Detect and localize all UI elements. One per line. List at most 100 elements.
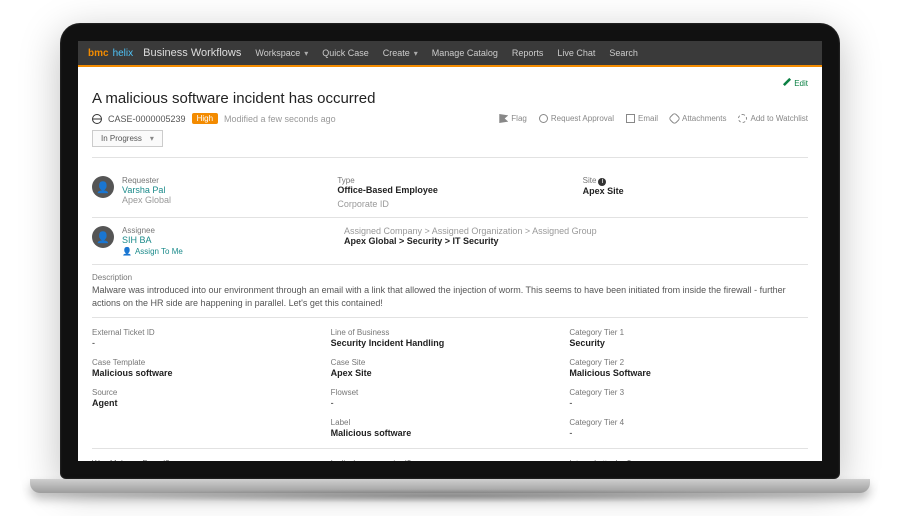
f-label-label: Label xyxy=(331,418,570,427)
f-flowset-label: Flowset xyxy=(331,388,570,397)
brand: bmc helix Business Workflows xyxy=(88,47,241,59)
nav-create[interactable]: Create xyxy=(383,48,418,58)
f-cat2-value: Malicious Software xyxy=(569,368,808,378)
q1-label: Was Malware Found? xyxy=(92,459,331,461)
brand-product: Business Workflows xyxy=(143,47,241,59)
case-line-left: CASE-0000005239 High Modified a few seco… xyxy=(92,113,336,124)
f-lob-label: Line of Business xyxy=(331,328,570,337)
requester-org: Apex Global xyxy=(122,195,171,205)
field-col-2: Line of BusinessSecurity Incident Handli… xyxy=(331,328,570,438)
status-dropdown[interactable]: In Progress xyxy=(92,130,163,147)
avatar-requester: 👤 xyxy=(92,176,114,198)
action-attachments-label: Attachments xyxy=(682,114,726,123)
action-flag[interactable]: Flag xyxy=(499,114,527,123)
site-value: Apex Site xyxy=(583,186,808,196)
f-lob-value: Security Incident Handling xyxy=(331,338,570,348)
nav-workspace[interactable]: Workspace xyxy=(255,48,308,58)
app-screen: bmc helix Business Workflows Workspace Q… xyxy=(78,41,822,461)
action-request-approval[interactable]: Request Approval xyxy=(539,114,614,123)
action-email-label: Email xyxy=(638,114,658,123)
priority-badge: High xyxy=(192,113,218,124)
laptop-frame: bmc helix Business Workflows Workspace Q… xyxy=(60,23,840,493)
f-cat3-label: Category Tier 3 xyxy=(569,388,808,397)
status-value: In Progress xyxy=(101,134,142,143)
type-block: Type Office-Based Employee Corporate ID xyxy=(337,176,562,209)
assignee-name[interactable]: SIH BA xyxy=(122,235,183,245)
assigned-path-block: Assigned Company > Assigned Organization… xyxy=(344,226,808,256)
f-case-template-value: Malicious software xyxy=(92,368,331,378)
description-text: Malware was introduced into our environm… xyxy=(92,284,808,309)
top-nav: bmc helix Business Workflows Workspace Q… xyxy=(78,41,822,67)
f-cat2-label: Category Tier 2 xyxy=(569,358,808,367)
questions-row: Was Malware Found?Yes Is disclosure requ… xyxy=(92,449,808,461)
avatar-assignee: 👤 xyxy=(92,226,114,248)
page-title: A malicious software incident has occurr… xyxy=(92,90,808,107)
assigned-path-value: Apex Global > Security > IT Security xyxy=(344,236,808,246)
site-label: Sitei xyxy=(583,176,808,186)
q3-label: Internal attacker? xyxy=(569,459,808,461)
requester-block: 👤 Requester Varsha Pal Apex Global xyxy=(92,176,317,209)
nav-live-chat[interactable]: Live Chat xyxy=(557,48,595,58)
nav-manage-catalog[interactable]: Manage Catalog xyxy=(432,48,498,58)
f-flowset-value: - xyxy=(331,398,570,408)
action-add-watchlist[interactable]: Add to Watchlist xyxy=(738,114,808,123)
person-plus-icon: 👤 xyxy=(122,247,132,256)
attachments-icon xyxy=(668,112,681,125)
assignee-block: 👤 Assignee SIH BA 👤 Assign To Me xyxy=(92,226,324,256)
assign-to-me-label: Assign To Me xyxy=(135,247,183,256)
f-source-label: Source xyxy=(92,388,331,397)
type-line2: Corporate ID xyxy=(337,199,562,209)
description-block: Description Malware was introduced into … xyxy=(92,265,808,318)
requester-name[interactable]: Varsha Pal xyxy=(122,185,171,195)
action-watchlist-label: Add to Watchlist xyxy=(750,114,808,123)
edit-link[interactable]: Edit xyxy=(794,79,808,88)
email-icon xyxy=(626,114,635,123)
brand-helix: helix xyxy=(113,48,134,59)
action-flag-label: Flag xyxy=(511,114,527,123)
approval-icon xyxy=(539,114,548,123)
q2-label: Is disclosure required? xyxy=(331,459,570,461)
nav-reports[interactable]: Reports xyxy=(512,48,544,58)
action-attachments[interactable]: Attachments xyxy=(670,114,726,123)
case-actions: Flag Request Approval Email Attachments … xyxy=(499,114,808,123)
site-block: Sitei Apex Site xyxy=(583,176,808,209)
modified-label: Modified a few seconds ago xyxy=(224,114,336,124)
f-case-site-label: Case Site xyxy=(331,358,570,367)
pencil-icon xyxy=(783,77,792,86)
info-icon[interactable]: i xyxy=(598,178,606,186)
assignee-label: Assignee xyxy=(122,226,183,235)
brand-bmc: bmc xyxy=(88,48,109,59)
row-assignee: 👤 Assignee SIH BA 👤 Assign To Me xyxy=(92,218,808,265)
action-approval-label: Request Approval xyxy=(551,114,614,123)
screen-bezel: bmc helix Business Workflows Workspace Q… xyxy=(60,23,840,479)
globe-icon xyxy=(92,114,102,124)
assign-to-me[interactable]: 👤 Assign To Me xyxy=(122,247,183,256)
field-col-1: External Ticket ID- Case TemplateMalicio… xyxy=(92,328,331,438)
field-col-3: Category Tier 1Security Category Tier 2M… xyxy=(569,328,808,438)
f-ext-ticket-value: - xyxy=(92,338,331,348)
nav-menu: Workspace Quick Case Create Manage Catal… xyxy=(255,48,638,58)
case-line: CASE-0000005239 High Modified a few seco… xyxy=(92,113,808,124)
f-case-site-value: Apex Site xyxy=(331,368,570,378)
requester-label: Requester xyxy=(122,176,171,185)
f-source-value: Agent xyxy=(92,398,331,408)
edit-row: Edit xyxy=(92,77,808,88)
watchlist-icon xyxy=(738,114,747,123)
f-cat4-label: Category Tier 4 xyxy=(569,418,808,427)
type-line1: Office-Based Employee xyxy=(337,185,562,195)
f-cat4-value: - xyxy=(569,428,808,438)
f-label-value: Malicious software xyxy=(331,428,570,438)
status-row: In Progress xyxy=(92,130,808,158)
nav-search[interactable]: Search xyxy=(609,48,638,58)
case-id: CASE-0000005239 xyxy=(108,114,186,124)
nav-quick-case[interactable]: Quick Case xyxy=(322,48,369,58)
laptop-base xyxy=(30,479,870,493)
row-requester-type-site: 👤 Requester Varsha Pal Apex Global Type … xyxy=(92,168,808,218)
f-cat3-value: - xyxy=(569,398,808,408)
f-ext-ticket-label: External Ticket ID xyxy=(92,328,331,337)
field-grid: External Ticket ID- Case TemplateMalicio… xyxy=(92,318,808,449)
f-cat1-label: Category Tier 1 xyxy=(569,328,808,337)
description-label: Description xyxy=(92,273,808,282)
f-cat1-value: Security xyxy=(569,338,808,348)
action-email[interactable]: Email xyxy=(626,114,658,123)
